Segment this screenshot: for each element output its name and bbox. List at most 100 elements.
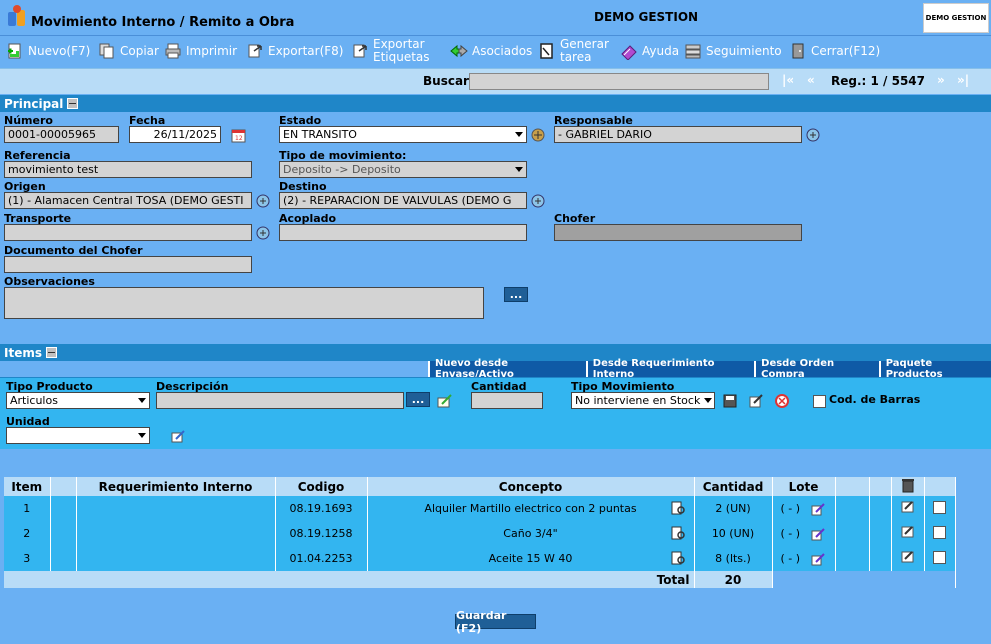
total-value: 20 xyxy=(694,571,773,588)
printer-icon xyxy=(165,43,181,59)
origen-lookup-icon[interactable] xyxy=(255,193,271,209)
collapse-items-icon[interactable] xyxy=(46,347,57,358)
exportar-button[interactable]: Exportar(F8) xyxy=(246,42,343,60)
cerrar-label: Cerrar(F12) xyxy=(811,44,881,58)
acoplado-field[interactable] xyxy=(279,224,527,241)
last-record-button[interactable]: »| xyxy=(957,73,969,87)
desde-orden-compra-button[interactable]: Desde Orden Compra xyxy=(754,358,879,380)
calendar-icon[interactable]: 12 xyxy=(231,127,247,143)
edit-note-icon[interactable] xyxy=(437,393,453,409)
asociados-button[interactable]: Asociados xyxy=(450,42,532,60)
descripcion-field[interactable] xyxy=(156,392,404,409)
tipo-producto-value: Articulos xyxy=(10,394,58,407)
company-logo: DEMO GESTION xyxy=(923,3,989,33)
save-disk-icon[interactable] xyxy=(722,393,738,409)
seguimiento-label: Seguimiento xyxy=(706,44,782,58)
fecha-field[interactable]: 26/11/2025 xyxy=(129,126,221,143)
next-record-button[interactable]: » xyxy=(937,73,945,87)
concepto-detail-icon[interactable] xyxy=(670,500,686,516)
responsable-lookup-icon[interactable] xyxy=(805,127,821,143)
exportar-etiquetas-button[interactable]: Exportar Etiquetas xyxy=(351,38,430,64)
estado-select[interactable]: EN TRANSITO xyxy=(279,126,527,143)
copiar-button[interactable]: Copiar xyxy=(98,42,159,60)
estado-lookup-icon[interactable] xyxy=(530,127,546,143)
numero-field[interactable]: 0001-00005965 xyxy=(4,126,119,143)
collapse-principal-icon[interactable] xyxy=(67,98,79,109)
referencia-field[interactable]: movimiento test xyxy=(4,161,252,178)
select-cell xyxy=(924,521,956,546)
exportar-etiquetas-line2: Etiquetas xyxy=(373,50,430,64)
descripcion-more-button[interactable]: ... xyxy=(406,392,430,407)
imprimir-button[interactable]: Imprimir xyxy=(164,42,237,60)
row-edit-icon[interactable] xyxy=(900,549,916,565)
unidad-edit-icon[interactable] xyxy=(170,428,186,444)
tipo-mov-item-select[interactable]: No interviene en Stock xyxy=(571,392,715,409)
origen-field[interactable]: (1) - Alamacen Central TOSA (DEMO GESTI xyxy=(4,192,252,209)
concepto-detail-icon[interactable] xyxy=(670,525,686,541)
items-actions: Nuevo desde Envase/Activo Desde Requerim… xyxy=(428,358,991,380)
lote-edit-icon[interactable] xyxy=(810,501,826,517)
ayuda-button[interactable]: Ayuda xyxy=(620,42,679,60)
table-row[interactable]: 2 08.19.1258 Caño 3/4" 10 (UN) ( - ) xyxy=(4,521,956,546)
transporte-lookup-icon[interactable] xyxy=(255,225,271,241)
row-edit-icon[interactable] xyxy=(900,524,916,540)
blank-cell xyxy=(50,496,77,521)
close-door-icon xyxy=(792,43,804,59)
col-cantidad: Cantidad xyxy=(694,477,773,496)
unidad-select[interactable] xyxy=(6,427,150,444)
destino-lookup-icon[interactable] xyxy=(530,193,546,209)
concepto-detail-icon[interactable] xyxy=(670,550,686,566)
row-checkbox[interactable] xyxy=(933,500,946,514)
first-record-button[interactable]: |« xyxy=(782,73,794,87)
observaciones-textarea[interactable] xyxy=(4,287,484,319)
principal-header[interactable]: Principal xyxy=(0,95,991,112)
tipo-producto-select[interactable]: Articulos xyxy=(6,392,150,409)
destino-field[interactable]: (2) - REPARACION DE VALVULAS (DEMO G xyxy=(279,192,527,209)
cantidad-field[interactable] xyxy=(471,392,543,409)
ayuda-label: Ayuda xyxy=(642,44,680,58)
blank-cell xyxy=(835,496,870,521)
trash-icon[interactable] xyxy=(901,477,915,493)
tipo-mov-item-value: No interviene en Stock xyxy=(575,394,701,407)
doc-chofer-field[interactable] xyxy=(4,256,252,273)
paquete-productos-button[interactable]: Paquete Productos xyxy=(878,358,991,380)
search-input[interactable] xyxy=(469,73,769,90)
tipo-movimiento-value: Deposito -> Deposito xyxy=(283,163,401,176)
responsable-field[interactable]: - GABRIEL DARIO xyxy=(554,126,802,143)
generar-tarea-button[interactable]: Generar tarea xyxy=(538,38,609,64)
concepto-text: Caño 3/4" xyxy=(503,527,558,540)
guardar-button[interactable]: Guardar (F2) xyxy=(455,609,536,635)
estado-value: EN TRANSITO xyxy=(283,128,357,141)
prev-record-button[interactable]: « xyxy=(807,73,815,87)
chofer-field[interactable] xyxy=(554,224,802,241)
nuevo-button[interactable]: Nuevo(F7) xyxy=(6,42,90,60)
edit-cell xyxy=(891,521,925,546)
lote-edit-icon[interactable] xyxy=(810,551,826,567)
cerrar-button[interactable]: Cerrar(F12) xyxy=(789,42,880,60)
table-row[interactable]: 1 08.19.1693 Alquiler Martillo electrico… xyxy=(4,496,956,521)
req-cell xyxy=(76,496,276,521)
desde-requerimiento-button[interactable]: Desde Requerimiento Interno xyxy=(585,358,755,380)
seguimiento-button[interactable]: Seguimiento xyxy=(684,42,782,60)
copy-icon xyxy=(99,43,114,59)
help-book-icon xyxy=(621,45,637,60)
row-edit-icon[interactable] xyxy=(900,499,916,515)
asociados-label: Asociados xyxy=(472,44,533,58)
col-blank-1 xyxy=(50,477,77,496)
svg-text:12: 12 xyxy=(235,135,243,142)
row-checkbox[interactable] xyxy=(933,550,946,564)
cod-barras-checkbox[interactable] xyxy=(813,395,826,408)
transporte-field[interactable] xyxy=(4,224,252,241)
lote-edit-icon[interactable] xyxy=(810,526,826,542)
observaciones-more-button[interactable]: ... xyxy=(504,287,528,302)
nuevo-envase-button[interactable]: Nuevo desde Envase/Activo xyxy=(428,358,586,380)
tipo-movimiento-select[interactable]: Deposito -> Deposito xyxy=(279,161,527,178)
delete-item-icon[interactable] xyxy=(774,393,790,409)
col-trash xyxy=(891,477,925,496)
edit-item-icon[interactable] xyxy=(748,393,764,409)
blank-cell xyxy=(50,521,77,546)
col-codigo: Codigo xyxy=(275,477,368,496)
req-cell xyxy=(76,521,276,546)
table-row[interactable]: 3 01.04.2253 Aceite 15 W 40 8 (lts.) ( -… xyxy=(4,546,956,571)
row-checkbox[interactable] xyxy=(933,525,946,539)
